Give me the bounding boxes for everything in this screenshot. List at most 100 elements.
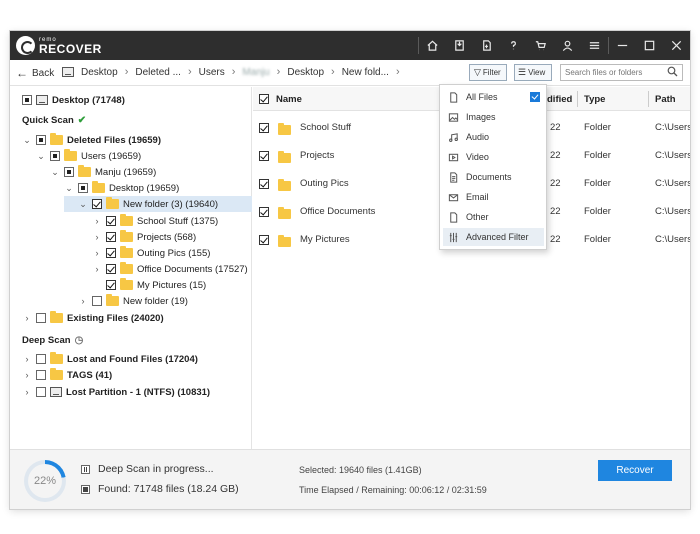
- tree-item[interactable]: › School Stuff (1375): [92, 213, 218, 229]
- search-icon[interactable]: [667, 66, 678, 77]
- row-checkbox[interactable]: [259, 151, 269, 161]
- tree-checkbox[interactable]: [106, 232, 116, 242]
- tree-item-selected[interactable]: ⌄ New folder (3) (19640): [64, 196, 252, 212]
- breadcrumb-item[interactable]: New fold...: [339, 67, 392, 78]
- tree-checkbox[interactable]: [36, 387, 46, 397]
- minimize-icon[interactable]: [609, 31, 636, 60]
- tree-item[interactable]: My Pictures (15): [92, 277, 206, 293]
- row-checkbox[interactable]: [259, 123, 269, 133]
- back-button[interactable]: ← Back: [16, 66, 54, 80]
- tree-checkbox[interactable]: [106, 216, 116, 226]
- cart-icon[interactable]: [527, 31, 554, 60]
- chevron-right-icon: ›: [231, 66, 236, 78]
- file-path: C:\Users: [655, 150, 690, 161]
- breadcrumb-item[interactable]: Desktop: [284, 67, 327, 78]
- tree-checkbox[interactable]: [106, 280, 116, 290]
- tree-item[interactable]: › Projects (568): [92, 229, 196, 245]
- filter-button[interactable]: ▽ Filter: [469, 64, 507, 81]
- tree-checkbox[interactable]: [106, 248, 116, 258]
- column-modified[interactable]: dified: [547, 94, 572, 105]
- tree-item[interactable]: ⌄ Users (19659): [36, 148, 141, 164]
- stop-icon[interactable]: [81, 485, 90, 494]
- column-name[interactable]: Name: [276, 94, 302, 105]
- chevron-down-icon[interactable]: ⌄: [64, 183, 74, 194]
- file-name: School Stuff: [300, 122, 352, 133]
- folder-icon: [278, 235, 291, 247]
- scan-progress-ring: 22%: [24, 460, 66, 502]
- logo-mark-icon: [16, 36, 35, 55]
- filter-option-documents[interactable]: Documents: [443, 168, 544, 186]
- tree-item[interactable]: ⌄ Desktop (19659): [64, 180, 179, 196]
- tree-checkbox[interactable]: [36, 354, 46, 364]
- breadcrumb-item[interactable]: Deleted ...: [132, 67, 184, 78]
- export-icon[interactable]: [473, 31, 500, 60]
- chevron-right-icon[interactable]: ›: [22, 354, 32, 364]
- filter-option-video[interactable]: Video: [443, 148, 544, 166]
- breadcrumb-item[interactable]: Manju: [239, 67, 272, 78]
- chevron-right-icon[interactable]: ›: [92, 232, 102, 242]
- row-checkbox[interactable]: [259, 235, 269, 245]
- chevron-down-icon[interactable]: ⌄: [36, 151, 46, 162]
- breadcrumb-item[interactable]: Users: [196, 67, 228, 78]
- tree-checkbox[interactable]: [64, 167, 74, 177]
- row-checkbox[interactable]: [259, 179, 269, 189]
- tree-checkbox[interactable]: [92, 199, 102, 209]
- tree-checkbox[interactable]: [92, 296, 102, 306]
- chevron-right-icon[interactable]: ›: [22, 387, 32, 397]
- tree-item[interactable]: › TAGS (41): [22, 367, 112, 383]
- close-icon[interactable]: [663, 31, 690, 60]
- tree-root[interactable]: Desktop (71748): [20, 92, 125, 108]
- chevron-right-icon[interactable]: ›: [22, 370, 32, 380]
- help-icon[interactable]: [500, 31, 527, 60]
- file-icon: [447, 91, 459, 103]
- filter-option-all-files[interactable]: All Files: [443, 88, 544, 106]
- checkbox-checked-icon[interactable]: [530, 92, 540, 102]
- chevron-down-icon[interactable]: ⌄: [50, 167, 60, 178]
- tree-item[interactable]: ⌄ Manju (19659): [50, 164, 156, 180]
- tree-item[interactable]: ⌄ Deleted Files (19659): [22, 132, 161, 148]
- pause-icon[interactable]: [81, 465, 90, 474]
- column-path[interactable]: Path: [655, 94, 676, 105]
- filter-option-advanced[interactable]: Advanced Filter: [443, 228, 544, 246]
- tree-checkbox[interactable]: [106, 264, 116, 274]
- maximize-icon[interactable]: [636, 31, 663, 60]
- chevron-right-icon[interactable]: ›: [92, 216, 102, 226]
- tree-item[interactable]: › New folder (19): [78, 293, 188, 309]
- search-input[interactable]: [560, 64, 683, 81]
- filter-option-label: All Files: [466, 92, 498, 102]
- tree-checkbox[interactable]: [36, 135, 46, 145]
- view-button[interactable]: ☰ View: [514, 64, 552, 81]
- tree-checkbox[interactable]: [22, 95, 32, 105]
- tree-item[interactable]: › Office Documents (17527): [92, 261, 248, 277]
- row-checkbox[interactable]: [259, 207, 269, 217]
- filter-option-audio[interactable]: Audio: [443, 128, 544, 146]
- filter-option-images[interactable]: Images: [443, 108, 544, 126]
- folder-icon: [120, 214, 133, 226]
- tree-item[interactable]: › Outing Pics (155): [92, 245, 210, 261]
- user-icon[interactable]: [554, 31, 581, 60]
- tree-item[interactable]: › Lost Partition - 1 (NTFS) (10831): [22, 384, 211, 400]
- tree-checkbox[interactable]: [78, 183, 88, 193]
- chevron-right-icon[interactable]: ›: [22, 313, 32, 323]
- chevron-down-icon[interactable]: ⌄: [22, 135, 32, 146]
- filter-option-other[interactable]: Other: [443, 208, 544, 226]
- tree-checkbox[interactable]: [50, 151, 60, 161]
- menu-icon[interactable]: [581, 31, 608, 60]
- select-all-checkbox[interactable]: [259, 94, 269, 104]
- tree-item[interactable]: › Lost and Found Files (17204): [22, 351, 198, 367]
- chevron-right-icon[interactable]: ›: [78, 296, 88, 306]
- save-session-icon[interactable]: [446, 31, 473, 60]
- chevron-right-icon[interactable]: ›: [92, 264, 102, 274]
- recover-button[interactable]: Recover: [598, 460, 672, 481]
- found-files-text: Found: 71748 files (18.24 GB): [98, 483, 239, 495]
- chevron-right-icon[interactable]: ›: [92, 248, 102, 258]
- filter-option-email[interactable]: Email: [443, 188, 544, 206]
- tree-label: Desktop (19659): [109, 182, 180, 194]
- breadcrumb-item[interactable]: Desktop: [78, 67, 121, 78]
- column-type[interactable]: Type: [584, 94, 605, 105]
- tree-checkbox[interactable]: [36, 313, 46, 323]
- tree-checkbox[interactable]: [36, 370, 46, 380]
- chevron-down-icon[interactable]: ⌄: [78, 199, 88, 210]
- tree-item[interactable]: › Existing Files (24020): [22, 310, 164, 326]
- home-icon[interactable]: [419, 31, 446, 60]
